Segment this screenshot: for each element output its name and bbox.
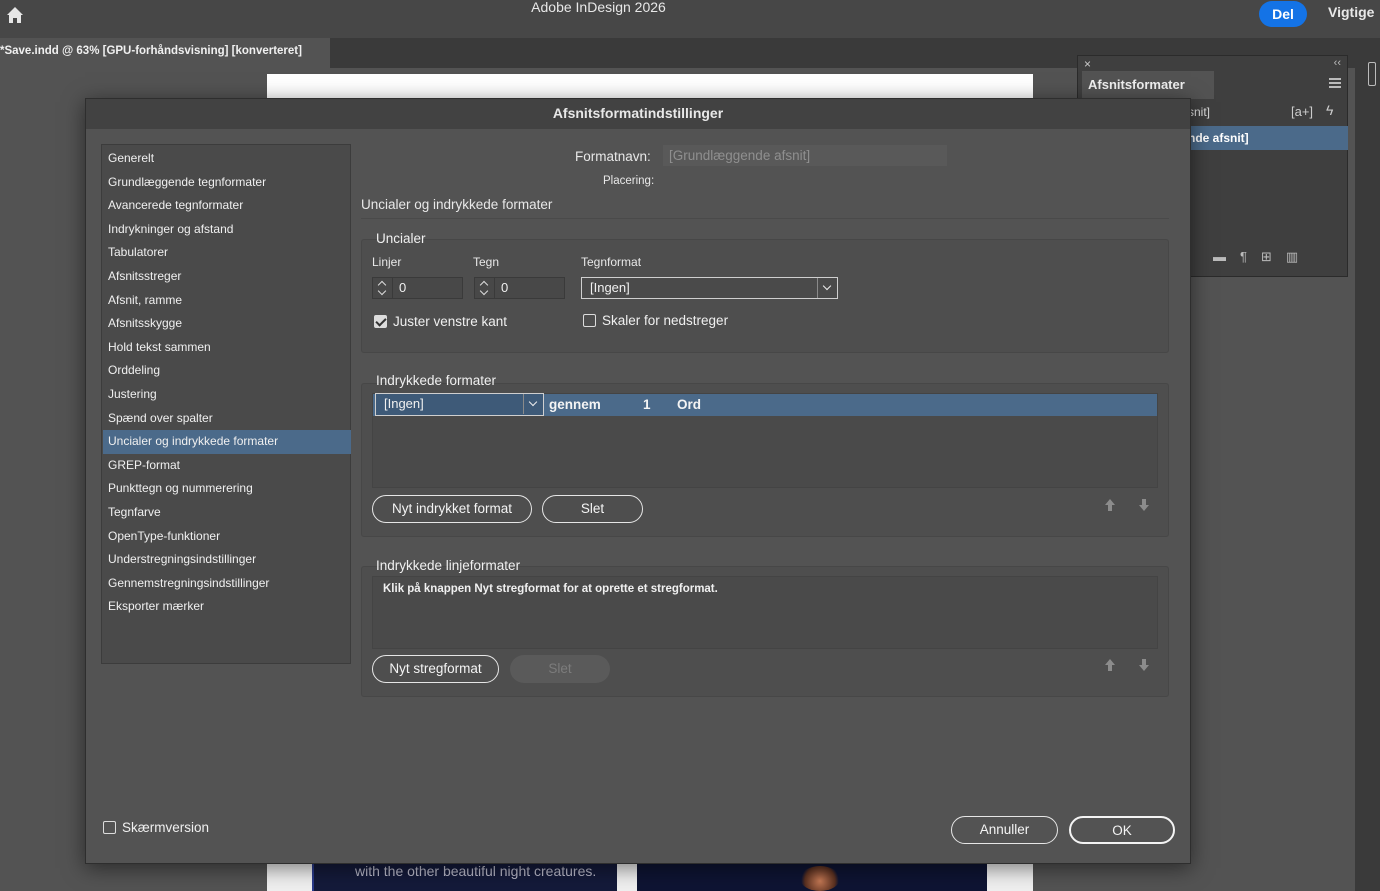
align-left-edge-checkbox[interactable] — [374, 315, 387, 328]
sidebar-item-basic-character-formats[interactable]: Grundlæggende tegnformater — [103, 171, 351, 195]
paragraph-style-options-dialog: Afsnitsformatindstillinger Generelt Grun… — [85, 98, 1191, 864]
character-style-label: Tegnformat — [581, 255, 642, 269]
nested-styles-title: Indrykkede formater — [376, 373, 497, 388]
move-down-icon[interactable] — [1138, 499, 1150, 513]
ok-button[interactable]: OK — [1069, 816, 1175, 844]
lines-value[interactable]: 0 — [399, 280, 406, 295]
sidebar-item-hyphenation[interactable]: Orddeling — [103, 359, 351, 383]
nested-through-label[interactable]: gennem — [549, 397, 601, 412]
sidebar-item-export-tagging[interactable]: Eksporter mærker — [103, 595, 351, 619]
app-title: Adobe InDesign 2026 — [531, 0, 666, 15]
scale-descenders-checkbox[interactable] — [583, 314, 596, 327]
panel-toggle-icon[interactable] — [1368, 62, 1376, 86]
characters-label: Tegn — [473, 255, 500, 269]
new-style-icon[interactable]: ⊞ — [1261, 249, 1286, 264]
nested-line-styles-title: Indrykkede linjeformater — [376, 558, 521, 573]
folder-icon[interactable]: ▬ — [1213, 249, 1240, 264]
lines-stepper[interactable]: 0 — [372, 277, 463, 299]
trash-icon[interactable]: ▥ — [1286, 249, 1312, 264]
style-name-label: Formatnavn: — [575, 149, 651, 164]
sidebar-item-character-color[interactable]: Tegnfarve — [103, 501, 351, 525]
stepper-arrows-icon[interactable] — [373, 278, 393, 298]
sidebar-item-drop-caps-nested-styles[interactable]: Uncialer og indrykkede formater — [103, 430, 351, 454]
dialog-title: Afsnitsformatindstillinger — [86, 99, 1190, 129]
nested-count[interactable]: 1 — [643, 397, 651, 412]
sidebar-item-paragraph-shading[interactable]: Afsnitsskygge — [103, 312, 351, 336]
move-up-icon[interactable] — [1104, 659, 1116, 673]
scale-descenders-label[interactable]: Skaler for nedstreger — [602, 313, 728, 328]
quick-apply-icon[interactable]: ϟ — [1326, 102, 1333, 118]
characters-value[interactable]: 0 — [501, 280, 508, 295]
nested-style-value: [Ingen] — [384, 396, 424, 411]
section-title: Uncialer og indrykkede formater — [361, 197, 553, 212]
sidebar-item-opentype-features[interactable]: OpenType-funktioner — [103, 525, 351, 549]
panel-style-row-selected[interactable]: nde afsnit] — [1188, 126, 1348, 150]
sidebar-item-paragraph-rules[interactable]: Afsnitsstreger — [103, 265, 351, 289]
preview-label[interactable]: Skærmversion — [122, 820, 209, 835]
document-tab[interactable]: *Save.indd @ 63% [GPU-forhåndsvisning] [… — [0, 38, 330, 68]
character-style-dropdown[interactable]: [Ingen] — [581, 277, 838, 299]
sidebar-item-bullets-numbering[interactable]: Punkttegn og nummerering — [103, 477, 351, 501]
lines-label: Linjer — [372, 255, 402, 269]
sidebar-item-general[interactable]: Generelt — [103, 147, 351, 171]
delete-nested-style-button[interactable]: Slet — [542, 495, 643, 523]
drop-caps-title: Uncialer — [376, 231, 426, 246]
location-label: Placering: — [603, 175, 655, 187]
category-sidebar: Generelt Grundlæggende tegnformater Avan… — [101, 144, 351, 664]
sidebar-item-indents-spacing[interactable]: Indrykninger og afstand — [103, 218, 351, 242]
panel-tab-paragraph-styles[interactable]: Afsnitsformater — [1082, 71, 1214, 99]
important-menu[interactable]: Vigtige — [1328, 4, 1374, 20]
new-nested-style-button[interactable]: Nyt indrykket format — [372, 495, 532, 523]
sidebar-item-paragraph-border[interactable]: Afsnit, ramme — [103, 289, 351, 313]
character-style-value: [Ingen] — [590, 280, 630, 295]
sidebar-item-tabs[interactable]: Tabulatorer — [103, 241, 351, 265]
style-override-icon[interactable]: [a+] — [1291, 104, 1313, 119]
preview-checkbox[interactable] — [103, 821, 116, 834]
style-name-field: [Grundlæggende afsnit] — [663, 145, 947, 166]
nested-unit[interactable]: Ord — [677, 397, 701, 412]
collapse-icon[interactable]: ‹‹ — [1334, 57, 1341, 69]
stepper-arrows-icon[interactable] — [475, 278, 495, 298]
share-button[interactable]: Del — [1259, 1, 1307, 27]
chevron-down-icon[interactable] — [817, 278, 837, 298]
sidebar-item-keep-options[interactable]: Hold tekst sammen — [103, 336, 351, 360]
sidebar-item-strikethrough-options[interactable]: Gennemstregningsindstillinger — [103, 572, 351, 596]
tab-label: Afsnitsformater — [1088, 77, 1185, 92]
panel-style-row[interactable]: snit] — [1188, 105, 1210, 119]
panel-footer: ▬¶⊞▥ — [1213, 249, 1312, 265]
delete-line-style-button[interactable]: Slet — [510, 655, 610, 683]
app-title-bar: Adobe InDesign 2026 Del Vigtige — [0, 0, 1380, 38]
align-left-edge-label[interactable]: Juster venstre kant — [393, 314, 507, 329]
nested-style-dropdown[interactable]: [Ingen] — [375, 393, 544, 416]
move-up-icon[interactable] — [1104, 499, 1116, 513]
panel-menu-icon[interactable] — [1329, 78, 1341, 88]
right-toolbar-strip — [1355, 38, 1380, 891]
sidebar-item-underline-options[interactable]: Understregningsindstillinger — [103, 548, 351, 572]
section-divider — [361, 218, 1169, 219]
nested-line-hint: Klik på knappen Nyt stregformat for at o… — [383, 583, 718, 595]
paragraph-clear-icon[interactable]: ¶ — [1240, 249, 1261, 264]
cancel-button[interactable]: Annuller — [951, 816, 1058, 844]
sidebar-item-advanced-character-formats[interactable]: Avancerede tegnformater — [103, 194, 351, 218]
close-icon[interactable]: × — [1084, 57, 1091, 71]
move-down-icon[interactable] — [1138, 659, 1150, 673]
new-line-style-button[interactable]: Nyt stregformat — [372, 655, 499, 683]
sidebar-item-justification[interactable]: Justering — [103, 383, 351, 407]
page-text: with the other beautiful night creatures… — [355, 863, 597, 879]
sidebar-item-span-columns[interactable]: Spænd over spalter — [103, 407, 351, 431]
chevron-down-icon[interactable] — [523, 394, 543, 414]
characters-stepper[interactable]: 0 — [474, 277, 565, 299]
photo-subject — [800, 866, 840, 891]
sidebar-item-grep-style[interactable]: GREP-format — [103, 454, 351, 478]
